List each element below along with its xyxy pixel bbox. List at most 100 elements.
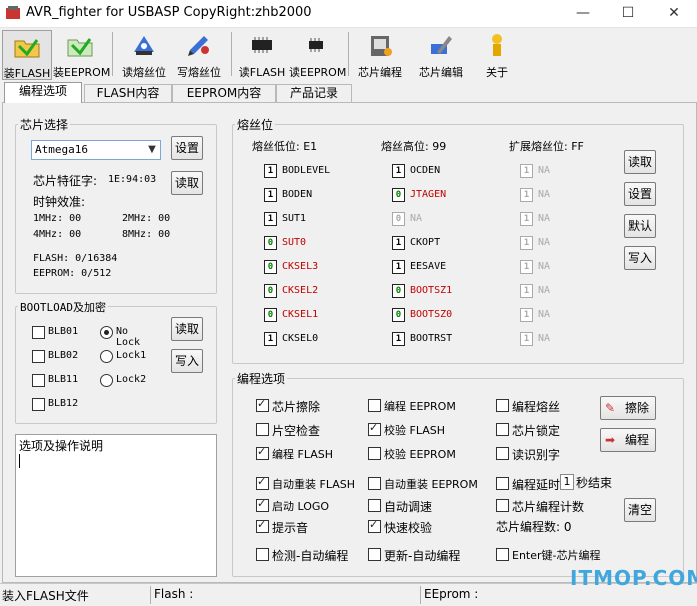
maximize-button[interactable]: ☐ [605, 0, 651, 27]
notes-title: 选项及操作说明 [19, 439, 104, 453]
radio-circle [100, 326, 113, 339]
fuse-write-button[interactable]: 写入 [624, 246, 656, 270]
load-eeprom-button[interactable]: 装EEPROM [53, 30, 111, 79]
boot-write-button[interactable]: 写入 [171, 349, 203, 373]
prog-option-label: 编程熔丝 [512, 400, 561, 414]
clear-button[interactable]: 清空 [624, 498, 656, 522]
chip-icon [309, 38, 323, 52]
fuse-bit-value: 0 [392, 308, 405, 322]
program-chip-button[interactable]: 芯片编程 [352, 30, 408, 79]
prog-option-label: 编程 FLASH [272, 448, 333, 461]
program-count-label: 芯片编程数: 0 [496, 520, 572, 534]
toolbar-label: 写熔丝位 [177, 66, 221, 79]
prog-option-label: 启动 LOGO [272, 500, 330, 513]
about-button[interactable]: 关于 [474, 30, 520, 79]
fuse-bit-value: 1 [392, 332, 405, 346]
fuse-bit-name: NA [538, 165, 551, 176]
toolbar-label: 芯片编程 [358, 66, 402, 79]
delay-suffix: 秒结束 [576, 476, 613, 490]
toolbar-label: 装EEPROM [53, 66, 111, 79]
checkbox-box [368, 548, 381, 561]
app-icon [6, 6, 20, 19]
notes-textarea[interactable]: 选项及操作说明 [15, 434, 217, 577]
bootload-title: BOOTLOAD及加密 [18, 299, 108, 315]
chevron-down-icon: ▼ [148, 144, 156, 155]
flash-size: FLASH: 0/16384 [33, 253, 118, 264]
fuse-bit-value: 0 [392, 188, 405, 202]
read-fuse-icon [134, 36, 154, 55]
toolbar-separator [348, 32, 349, 76]
clock-calib-label: 时钟效准: [33, 195, 86, 209]
checkbox-box [368, 399, 381, 412]
folder-load-icon [67, 38, 93, 57]
write-fuse-icon [188, 36, 209, 56]
fuse-bit-name: SUT0 [282, 237, 307, 248]
tab-flash-content[interactable]: FLASH内容 [84, 84, 172, 102]
fuse-bit-name: CKSEL2 [282, 285, 319, 296]
toolbar-label: 芯片编辑 [419, 66, 463, 79]
erase-label: 擦除 [625, 401, 650, 415]
fuse-default-button[interactable]: 默认 [624, 214, 656, 238]
prog-option-label: Enter键-芯片编程 [512, 549, 601, 562]
status-flash: Flash : [154, 587, 194, 601]
close-button[interactable]: ✕ [651, 0, 697, 27]
prog-option-label: 读识别字 [512, 448, 561, 462]
chip-dropdown[interactable]: Atmega16 ▼ [31, 140, 161, 160]
clock-4mhz: 4MHz: 00 [33, 229, 82, 240]
fuse-high-label: 熔丝高位: 99 [381, 140, 447, 153]
read-fuse-button[interactable]: 读熔丝位 [117, 30, 171, 79]
fuse-bit-name: NA [410, 213, 423, 224]
prog-options-title: 编程选项 [235, 370, 288, 387]
fuse-bit-value: 1 [520, 260, 533, 274]
boot-read-button[interactable]: 读取 [171, 317, 203, 341]
fuse-bit-value: 0 [264, 308, 277, 322]
prog-option-label: 片空检查 [272, 424, 321, 438]
checkbox-box [32, 374, 45, 387]
checkbox-box [496, 499, 509, 512]
load-flash-button[interactable]: 装FLASH [2, 30, 52, 80]
delay-input[interactable]: 1 [560, 474, 574, 490]
edit-chip-icon [431, 36, 452, 54]
fuse-bit-name: BODLEVEL [282, 165, 331, 176]
checkbox-box [496, 399, 509, 412]
status-eeprom: EEprom : [424, 587, 479, 601]
prog-option-label: 快速校验 [384, 521, 433, 535]
prog-option-label: 自动重装 EEPROM [384, 478, 478, 491]
prog-option-label: 自动重装 FLASH [272, 478, 355, 491]
fuse-set-button[interactable]: 设置 [624, 182, 656, 206]
prog-option-label: 编程延时 [512, 478, 561, 492]
tab-program-options[interactable]: 编程选项 [4, 82, 82, 103]
clock-1mhz: 1MHz: 00 [33, 213, 82, 224]
tab-product-record[interactable]: 产品记录 [276, 84, 352, 102]
checkbox-box [496, 423, 509, 436]
fuse-bit-name: BOOTSZ0 [410, 309, 453, 320]
fuse-bit-value: 1 [264, 332, 277, 346]
tab-eeprom-content[interactable]: EEPROM内容 [172, 84, 276, 102]
clock-2mhz: 2MHz: 00 [122, 213, 171, 224]
minimize-button[interactable]: — [560, 0, 606, 27]
signature-value: 1E:94:03 [108, 174, 157, 185]
chip-set-button[interactable]: 设置 [171, 136, 203, 160]
fuse-bit-name: CKSEL3 [282, 261, 319, 272]
erase-button[interactable]: ✎ 擦除 [600, 396, 656, 420]
fuse-ext-label: 扩展熔丝位: FF [509, 140, 584, 153]
fuse-read-button[interactable]: 读取 [624, 150, 656, 174]
read-eeprom-button[interactable]: 读EEPROM [289, 30, 346, 79]
checkbox-box [32, 398, 45, 411]
read-flash-button[interactable]: 读FLASH [236, 30, 288, 79]
signature-label: 芯片特征字: [33, 174, 98, 188]
fuse-bit-value: 1 [264, 188, 277, 202]
program-button[interactable]: ➡ 编程 [600, 428, 656, 452]
checkbox-box [256, 445, 269, 460]
checkbox-box [256, 497, 269, 512]
fuse-bit-name: CKSEL0 [282, 333, 319, 344]
prog-option-label: 芯片编程计数 [512, 500, 585, 514]
watermark: ITMOP.COM [570, 566, 697, 590]
write-fuse-button[interactable]: 写熔丝位 [172, 30, 226, 79]
checkbox-box [368, 499, 381, 512]
fuse-bit-value: 1 [264, 164, 277, 178]
edit-chip-button[interactable]: 芯片编辑 [413, 30, 469, 79]
fuse-title: 熔丝位 [235, 116, 276, 133]
fuse-bit-value: 1 [264, 212, 277, 226]
chip-read-button[interactable]: 读取 [171, 171, 203, 195]
